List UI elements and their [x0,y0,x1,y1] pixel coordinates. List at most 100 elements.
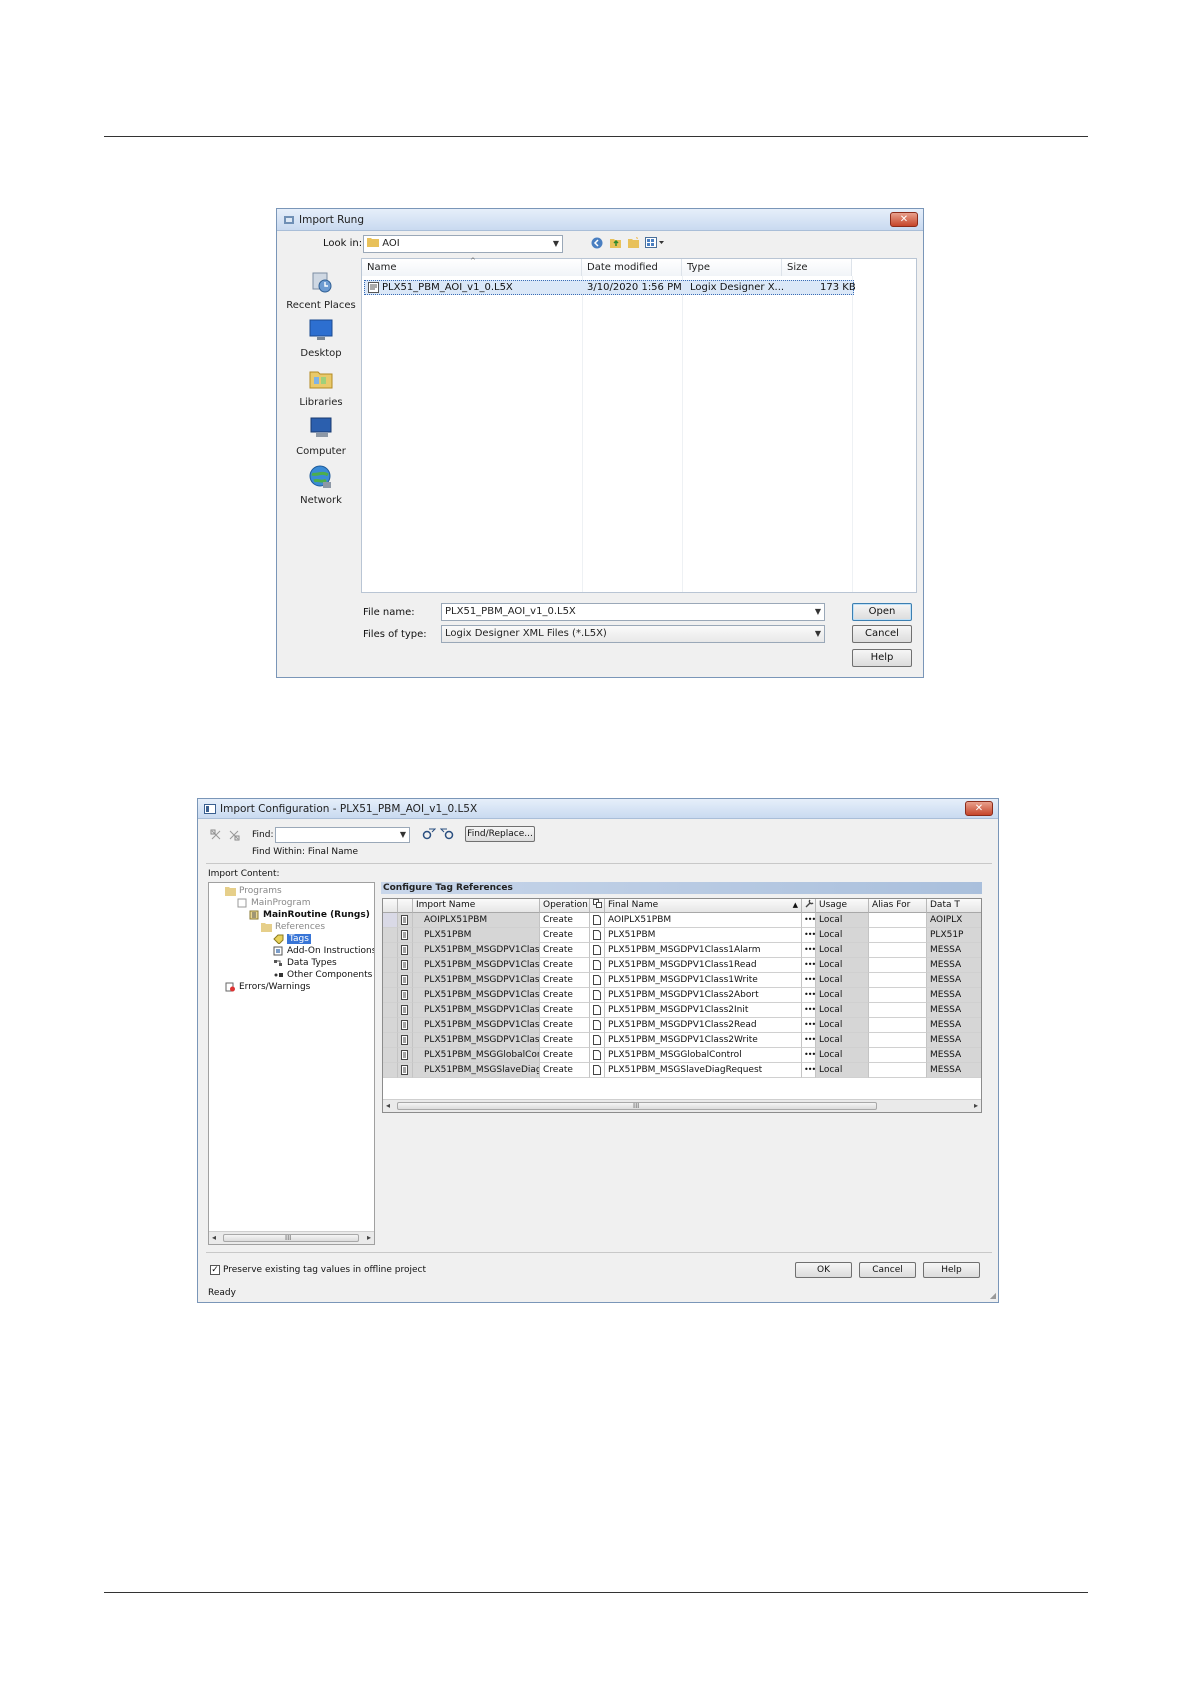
row-selector[interactable] [383,913,398,928]
tag-status-icon [398,943,413,958]
preserve-tag-values-checkbox[interactable]: ✓ [210,1265,220,1275]
file-row[interactable]: PLX51_PBM_AOI_v1_0.L5X 3/10/2020 1:56 PM… [364,280,856,295]
row-selector[interactable] [383,943,398,958]
file-name-input[interactable]: PLX51_PBM_AOI_v1_0.L5X ▼ [441,603,825,621]
tree-node-references[interactable]: References [261,922,325,932]
column-header-type[interactable]: Type [682,259,782,276]
browse-ellipsis-button[interactable]: ••• [802,913,816,928]
open-button[interactable]: Open [852,603,912,621]
tree-horizontal-scrollbar[interactable]: ◂ III ▸ [209,1231,374,1244]
row-selector[interactable] [383,973,398,988]
column-header-date[interactable]: Date modified [582,259,682,276]
view-menu-icon[interactable] [645,237,665,248]
collapse-all-icon[interactable] [228,829,240,841]
place-network[interactable]: Network [283,464,359,506]
table-row[interactable]: PLX51PBM_MSGDPV1Class1...Create PLX51PBM_… [383,943,981,958]
tree-node-tags[interactable]: Tags [273,934,311,944]
import-content-tree[interactable]: Programs MainProgram MainRoutine (Rungs)… [208,882,375,1245]
table-row[interactable]: PLX51PBM_MSGSlaveDiagR...Create PLX51PBM_… [383,1063,981,1078]
table-row[interactable]: PLX51PBM_MSGGlobalControlCreatePLX51PBM_… [383,1048,981,1063]
tree-node-other-components[interactable]: Other Components [273,970,372,980]
up-folder-icon[interactable] [609,236,622,249]
tree-node-main-program[interactable]: MainProgram [237,898,310,908]
find-replace-button[interactable]: Find/Replace... [465,826,535,842]
column-header-size[interactable]: Size [782,259,852,276]
column-header-alias-for[interactable]: Alias For [869,899,927,913]
row-selector[interactable] [383,1033,398,1048]
table-row[interactable]: PLX51PBM_MSGDPV1Class2...Create PLX51PBM_… [383,1003,981,1018]
new-folder-icon[interactable] [627,236,640,249]
browse-ellipsis-button[interactable]: ••• [802,1033,816,1048]
help-button[interactable]: Help [923,1262,980,1278]
place-desktop[interactable]: Desktop [283,317,359,359]
scroll-right-icon[interactable]: ▸ [367,1232,371,1244]
row-selector[interactable] [383,1063,398,1078]
tree-node-aoi[interactable]: Add-On Instructions [273,946,374,956]
browse-ellipsis-button[interactable]: ••• [802,928,816,943]
browse-ellipsis-button[interactable]: ••• [802,988,816,1003]
cancel-button[interactable]: Cancel [859,1262,916,1278]
resize-grip-icon[interactable]: ◢ [990,1291,996,1300]
row-selector[interactable] [383,928,398,943]
scroll-left-icon[interactable]: ◂ [212,1232,216,1244]
divider [206,1252,992,1253]
column-header-final-name[interactable]: Final Name ▲ [605,899,802,913]
browse-ellipsis-button[interactable]: ••• [802,973,816,988]
place-libraries[interactable]: Libraries [283,366,359,408]
help-button[interactable]: Help [852,649,912,667]
browse-ellipsis-button[interactable]: ••• [802,1018,816,1033]
table-row[interactable]: PLX51PBM_MSGDPV1Class1...Create PLX51PBM_… [383,973,981,988]
browse-ellipsis-button[interactable]: ••• [802,1063,816,1078]
table-row[interactable]: PLX51PBM_MSGDPV1Class1...Create PLX51PBM_… [383,958,981,973]
place-computer[interactable]: Computer [283,415,359,457]
chevron-down-icon[interactable]: ▼ [553,236,559,252]
chevron-down-icon[interactable]: ▼ [815,604,821,620]
table-row[interactable]: PLX51PBM_MSGDPV1Class2...Create PLX51PBM_… [383,988,981,1003]
browse-ellipsis-button[interactable]: ••• [802,958,816,973]
document-icon [590,1033,605,1048]
browse-ellipsis-button[interactable]: ••• [802,943,816,958]
scroll-right-icon[interactable]: ▸ [974,1100,978,1112]
scroll-left-icon[interactable]: ◂ [386,1100,390,1112]
ok-button[interactable]: OK [795,1262,852,1278]
column-header-usage[interactable]: Usage [816,899,869,913]
find-previous-icon[interactable] [422,827,436,841]
table-row[interactable]: PLX51PBM_MSGDPV1Class2...Create PLX51PBM_… [383,1033,981,1048]
grid-horizontal-scrollbar[interactable]: ◂ III ▸ [383,1099,981,1112]
row-selector[interactable] [383,958,398,973]
find-input[interactable]: ▼ [275,827,410,843]
tree-node-programs[interactable]: Programs [225,886,282,896]
column-header-data-type[interactable]: Data T [927,899,981,913]
place-recent-places[interactable]: Recent Places [283,269,359,311]
row-selector[interactable] [383,1048,398,1063]
file-name-value: PLX51_PBM_AOI_v1_0.L5X [445,606,576,617]
close-button[interactable]: ✕ [890,212,918,227]
chevron-down-icon[interactable]: ▼ [815,626,821,642]
file-list[interactable]: Name ^ Date modified Type Size PLX51_PBM… [361,257,917,593]
tree-node-data-types[interactable]: Data Types [273,958,337,968]
find-next-icon[interactable] [440,827,454,841]
place-label: Network [300,495,342,506]
tree-node-main-routine[interactable]: MainRoutine (Rungs) [249,910,370,920]
table-row[interactable]: PLX51PBM Create PLX51PBM ••• Local PLX51P [383,928,981,943]
cancel-button[interactable]: Cancel [852,625,912,643]
row-selector[interactable] [383,1018,398,1033]
table-row[interactable]: AOIPLX51PBM Create AOIPLX51PBM ••• Local AOIP… [383,913,981,928]
cell-op: Create [540,973,590,988]
row-selector[interactable] [383,1003,398,1018]
column-header-operation[interactable]: Operation [540,899,590,913]
tree-node-errors-warnings[interactable]: Errors/Warnings [225,982,310,992]
browse-ellipsis-button[interactable]: ••• [802,1048,816,1063]
chevron-down-icon[interactable]: ▼ [400,828,406,842]
column-header-import-name[interactable]: Import Name [413,899,540,913]
look-in-combo[interactable]: AOI ▼ [363,235,563,253]
row-selector[interactable] [383,988,398,1003]
import-rung-dialog: Import Rung ✕ Look in: AOI ▼ Recent Plac… [276,208,924,678]
close-button[interactable]: ✕ [965,801,993,816]
browse-ellipsis-button[interactable]: ••• [802,1003,816,1018]
files-of-type-select[interactable]: Logix Designer XML Files (*.L5X) ▼ [441,625,825,643]
back-icon[interactable] [591,237,603,249]
expand-all-icon[interactable] [210,829,222,841]
tag-references-grid[interactable]: Import Name Operation Final Name ▲ Usage … [382,898,982,1113]
table-row[interactable]: PLX51PBM_MSGDPV1Class2...Create PLX51PBM_… [383,1018,981,1033]
